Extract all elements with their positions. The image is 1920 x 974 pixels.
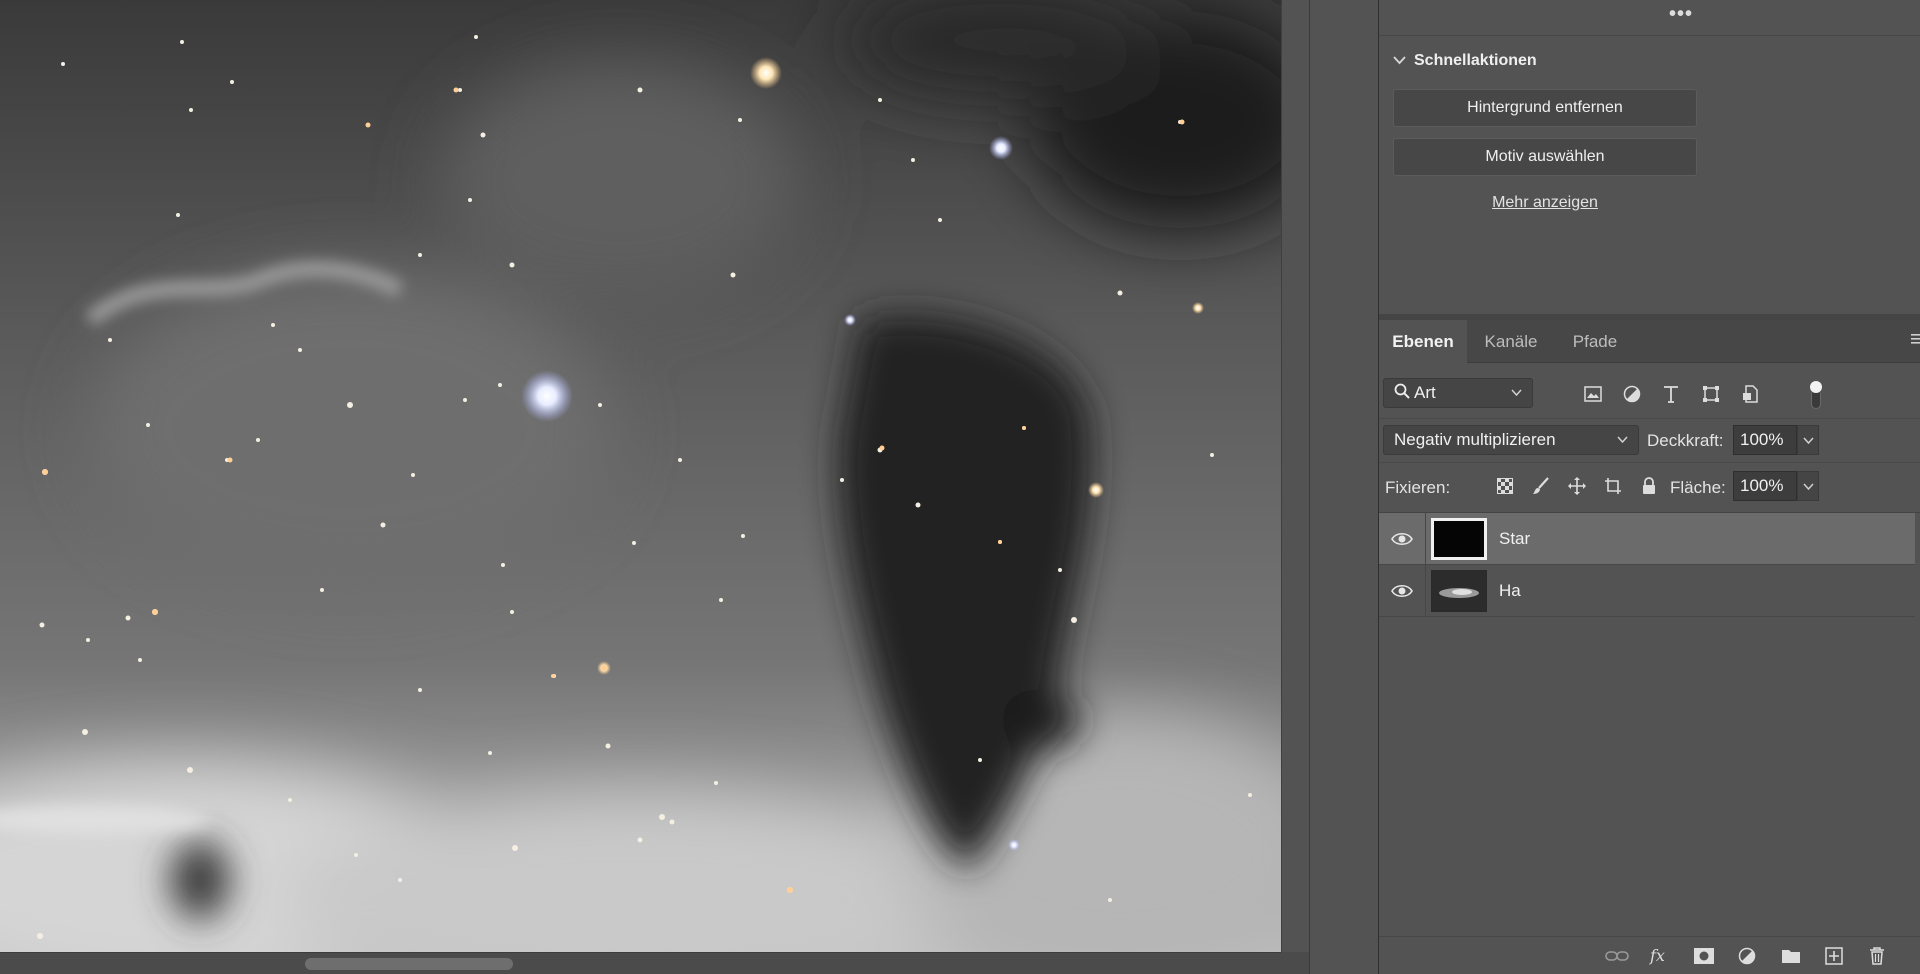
quick-actions-title: Schnellaktionen bbox=[1414, 52, 1537, 69]
smartobject-filter-icon[interactable] bbox=[1739, 383, 1761, 405]
layers-tab-bar: Ebenen Kanäle Pfade bbox=[1379, 320, 1920, 363]
svg-text:fx: fx bbox=[1649, 946, 1665, 965]
remove-background-button[interactable]: Hintergrund entfernen bbox=[1393, 89, 1697, 127]
fill-label: Fläche: bbox=[1670, 478, 1726, 497]
row-separator bbox=[1425, 513, 1426, 565]
toggle-knob bbox=[1810, 381, 1822, 393]
panel-dock-gutter bbox=[1309, 0, 1378, 974]
lock-all-icon[interactable] bbox=[1638, 475, 1660, 497]
layer-filter-row: Art bbox=[1379, 373, 1920, 413]
lock-artboard-crop-icon[interactable] bbox=[1602, 475, 1624, 497]
chevron-down-icon bbox=[1617, 434, 1628, 446]
layer-mask-icon[interactable] bbox=[1692, 945, 1716, 967]
properties-top-bar: ••• bbox=[1379, 0, 1920, 36]
show-more-link[interactable]: Mehr anzeigen bbox=[1393, 194, 1697, 212]
lock-position-move-icon[interactable] bbox=[1566, 475, 1588, 497]
layer-row-star[interactable]: Star bbox=[1379, 513, 1915, 565]
scroll-corner bbox=[1281, 952, 1309, 974]
quick-actions-header[interactable]: Schnellaktionen bbox=[1393, 52, 1537, 70]
blend-mode-select[interactable]: Negativ multiplizieren bbox=[1383, 425, 1639, 455]
select-subject-button[interactable]: Motiv auswählen bbox=[1393, 138, 1697, 176]
tab-paths[interactable]: Pfade bbox=[1555, 320, 1635, 363]
fx-layer-style-icon[interactable]: fx bbox=[1649, 945, 1673, 967]
opacity-dropdown-button[interactable] bbox=[1797, 425, 1819, 455]
layer-list: Star Ha bbox=[1379, 512, 1920, 936]
eye-visibility-icon[interactable] bbox=[1391, 581, 1413, 601]
adjustment-filter-icon[interactable] bbox=[1621, 383, 1643, 405]
tab-layers[interactable]: Ebenen bbox=[1379, 320, 1467, 363]
layer-name-star[interactable]: Star bbox=[1499, 529, 1530, 549]
layer-thumbnail-star[interactable] bbox=[1431, 518, 1487, 560]
row-separator bbox=[1425, 565, 1426, 617]
tab-channels[interactable]: Kanäle bbox=[1467, 320, 1555, 363]
panel-menu-icon[interactable] bbox=[1911, 332, 1920, 350]
search-icon bbox=[1394, 383, 1410, 403]
adjustment-layer-icon[interactable] bbox=[1735, 945, 1759, 967]
filter-kind-select[interactable]: Art bbox=[1383, 378, 1533, 408]
type-filter-icon[interactable] bbox=[1660, 383, 1682, 405]
lock-row: Fixieren: Fläche: 100% bbox=[1379, 462, 1920, 508]
more-options-icon[interactable]: ••• bbox=[1669, 3, 1693, 26]
link-layers-icon[interactable] bbox=[1605, 945, 1629, 967]
opacity-input[interactable]: 100% bbox=[1733, 425, 1797, 455]
blend-row: Negativ multiplizieren Deckkraft: 100% bbox=[1379, 418, 1920, 462]
layer-row-ha[interactable]: Ha bbox=[1379, 565, 1915, 617]
lock-transparency-icon[interactable] bbox=[1494, 475, 1516, 497]
quick-actions-section: Schnellaktionen Hintergrund entfernen Mo… bbox=[1379, 36, 1920, 316]
chevron-down-icon bbox=[1511, 387, 1522, 399]
trash-delete-icon[interactable] bbox=[1865, 945, 1889, 967]
image-filter-icon[interactable] bbox=[1582, 383, 1604, 405]
filter-toggle-switch[interactable] bbox=[1808, 379, 1824, 411]
horizontal-scrollbar[interactable] bbox=[0, 952, 1281, 974]
shape-filter-icon[interactable] bbox=[1700, 383, 1722, 405]
lock-label: Fixieren: bbox=[1385, 478, 1451, 497]
astro-image bbox=[0, 0, 1281, 952]
blend-mode-value: Negativ multiplizieren bbox=[1394, 430, 1556, 449]
chevron-down-icon[interactable] bbox=[1393, 54, 1406, 68]
document-canvas[interactable] bbox=[0, 0, 1281, 952]
eye-visibility-icon[interactable] bbox=[1391, 529, 1413, 549]
fill-dropdown-button[interactable] bbox=[1797, 471, 1819, 501]
canvas-vertical-strip bbox=[1281, 0, 1309, 974]
lock-pixels-brush-icon[interactable] bbox=[1530, 475, 1552, 497]
layer-thumbnail-ha[interactable] bbox=[1431, 570, 1487, 612]
layer-name-ha[interactable]: Ha bbox=[1499, 581, 1521, 601]
horizontal-scroll-thumb[interactable] bbox=[305, 958, 513, 970]
new-layer-icon[interactable] bbox=[1822, 945, 1846, 967]
filter-kind-value: Art bbox=[1414, 383, 1436, 402]
fill-input[interactable]: 100% bbox=[1733, 471, 1797, 501]
new-group-folder-icon[interactable] bbox=[1779, 945, 1803, 967]
opacity-label: Deckkraft: bbox=[1647, 431, 1724, 450]
layers-footer-toolbar: fx bbox=[1379, 936, 1920, 974]
right-panels: ••• Schnellaktionen Hintergrund entferne… bbox=[1378, 0, 1920, 974]
